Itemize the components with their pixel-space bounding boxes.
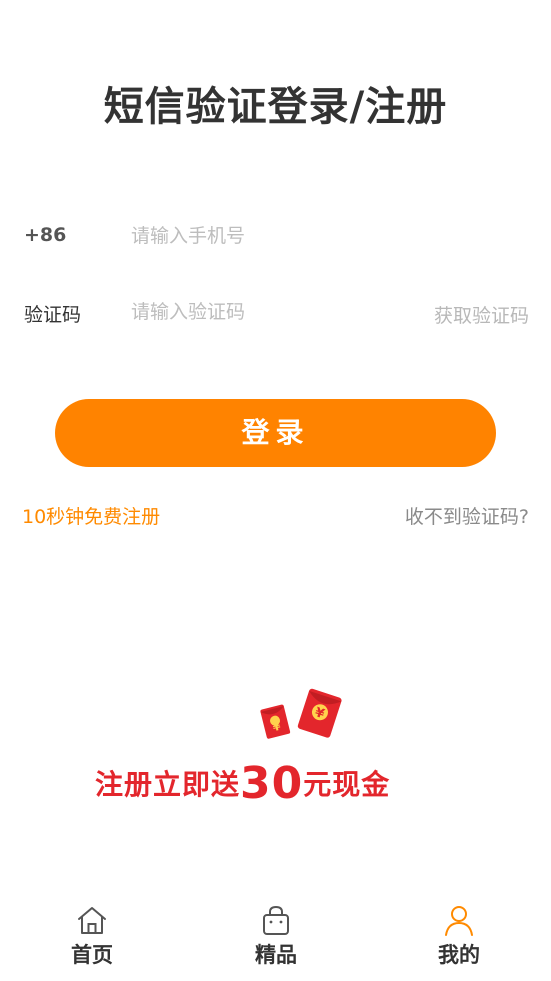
promo-banner[interactable]: ¥ ¥ 注册立即送30元现金 [95, 680, 460, 810]
page-title: 短信验证登录/注册 [103, 84, 448, 130]
link-row: 10秒钟免费注册 收不到验证码? [22, 500, 529, 530]
promo-text: 注册立即送30元现金 [95, 758, 460, 809]
tab-mine-label: 我的 [438, 943, 480, 967]
no-code-link[interactable]: 收不到验证码? [405, 502, 529, 529]
phone-row: +86 [24, 216, 529, 256]
get-code-button[interactable]: 获取验证码 [434, 301, 529, 328]
small-red-envelope: ¥ [260, 704, 291, 739]
login-button[interactable]: 登录 [55, 399, 496, 467]
country-code-prefix[interactable]: +86 [24, 224, 66, 246]
code-input[interactable] [131, 296, 361, 328]
code-row: 验证码 获取验证码 [24, 292, 529, 332]
tab-home-label: 首页 [71, 943, 113, 967]
phone-input[interactable] [131, 220, 361, 252]
big-red-envelope: ¥ [297, 688, 342, 738]
tab-home[interactable]: 首页 [32, 897, 152, 981]
promo-text-after: 元现金 [303, 768, 391, 801]
bottom-tab-bar: 首页 精品 我的 [0, 897, 551, 981]
user-icon [445, 906, 473, 936]
register-link[interactable]: 10秒钟免费注册 [22, 502, 160, 529]
tab-mine[interactable]: 我的 [399, 897, 519, 981]
code-label: 验证码 [24, 304, 82, 326]
red-envelope-icon: ¥ ¥ [260, 688, 342, 739]
tab-jingpin-label: 精品 [255, 943, 297, 967]
promo-text-before: 注册立即送 [95, 768, 241, 801]
promo-amount: 30 [240, 758, 304, 809]
bag-icon [263, 905, 289, 935]
login-page: 短信验证登录/注册 +86 验证码 获取验证码 登录 10秒钟免费注册 收不到验… [0, 0, 551, 981]
tab-jingpin[interactable]: 精品 [216, 897, 336, 981]
home-icon [78, 907, 106, 934]
